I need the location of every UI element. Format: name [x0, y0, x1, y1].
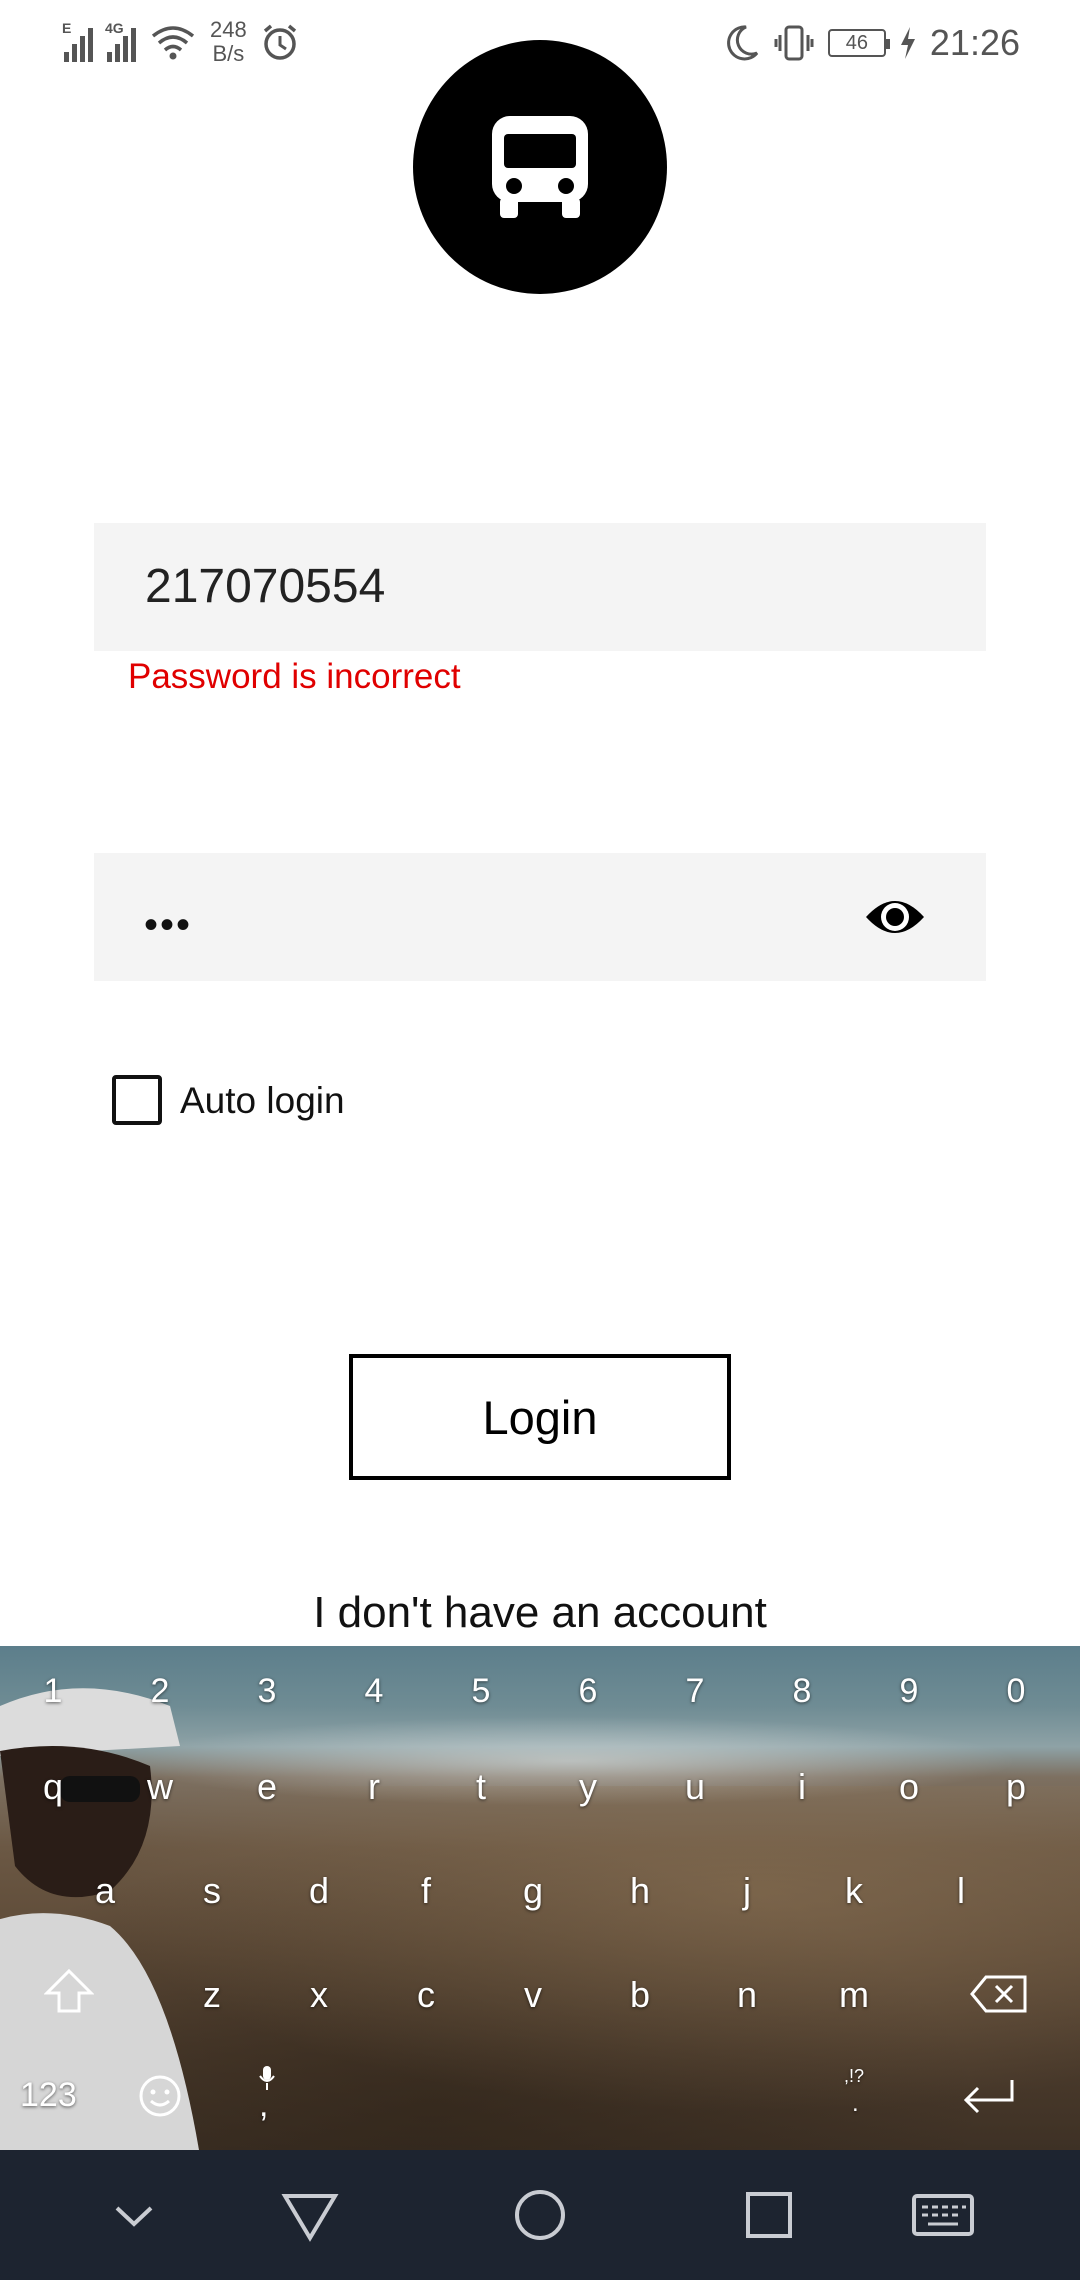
login-button[interactable]: Login [349, 1354, 731, 1480]
key-h[interactable]: h [590, 1870, 690, 1912]
key-t[interactable]: t [431, 1766, 531, 1808]
keyboard-switch-icon[interactable] [908, 2180, 978, 2250]
error-message: Password is incorrect [128, 657, 461, 696]
key-4[interactable]: 4 [324, 1672, 424, 1711]
key-x[interactable]: x [269, 1974, 369, 2016]
key-s[interactable]: s [162, 1870, 262, 1912]
key-p[interactable]: p [966, 1766, 1066, 1808]
charging-icon [900, 27, 915, 59]
key-u[interactable]: u [645, 1766, 745, 1808]
auto-login-checkbox[interactable] [112, 1075, 162, 1125]
signal-tag: E [62, 20, 72, 36]
mode-123-key[interactable]: 123 [20, 2076, 77, 2115]
soft-keyboard: 1 2 3 4 5 6 7 8 9 0 q w e r t y u i o p … [0, 1646, 1080, 2150]
username-field[interactable]: 217070554 [94, 523, 986, 651]
punctuation-key-top[interactable]: ,!? [844, 2066, 864, 2087]
key-b[interactable]: b [590, 1974, 690, 2016]
username-value: 217070554 [145, 560, 386, 613]
signal-4g-icon: 4G [105, 20, 136, 62]
key-q[interactable]: q [3, 1766, 103, 1808]
key-a[interactable]: a [55, 1870, 155, 1912]
key-n[interactable]: n [697, 1974, 797, 2016]
navigation-bar [0, 2150, 1080, 2280]
network-speed: 248 B/s [210, 18, 247, 66]
recents-icon[interactable] [734, 2180, 804, 2250]
key-6[interactable]: 6 [538, 1672, 638, 1711]
key-9[interactable]: 9 [859, 1672, 959, 1711]
back-icon[interactable] [275, 2180, 345, 2250]
status-left: E 4G 248 B/s [62, 18, 299, 66]
show-password-eye-icon[interactable] [864, 891, 926, 943]
key-o[interactable]: o [859, 1766, 959, 1808]
no-account-link[interactable]: I don't have an account [0, 1588, 1080, 1638]
network-speed-unit: B/s [212, 41, 245, 66]
wifi-icon [151, 26, 195, 60]
key-f[interactable]: f [376, 1870, 476, 1912]
clock: 21:26 [929, 22, 1020, 63]
key-0[interactable]: 0 [966, 1672, 1066, 1711]
key-l[interactable]: l [911, 1870, 1011, 1912]
key-v[interactable]: v [483, 1974, 583, 2016]
key-i[interactable]: i [752, 1766, 852, 1808]
alarm-icon [263, 24, 296, 60]
key-e[interactable]: e [217, 1766, 317, 1808]
key-2[interactable]: 2 [110, 1672, 210, 1711]
key-g[interactable]: g [483, 1870, 583, 1912]
shift-icon[interactable] [44, 1968, 94, 2014]
key-3[interactable]: 3 [217, 1672, 317, 1711]
key-c[interactable]: c [376, 1974, 476, 2016]
key-m[interactable]: m [804, 1974, 904, 2016]
key-r[interactable]: r [324, 1766, 424, 1808]
backspace-icon[interactable] [970, 1974, 1028, 2014]
key-5[interactable]: 5 [431, 1672, 531, 1711]
punctuation-key-bottom[interactable]: . [852, 2090, 859, 2118]
key-w[interactable]: w [110, 1766, 210, 1808]
moon-icon [726, 25, 759, 61]
status-right: 46 21:26 [724, 22, 1020, 64]
battery-icon: 46 [827, 29, 890, 57]
auto-login-label: Auto login [180, 1080, 345, 1121]
key-d[interactable]: d [269, 1870, 369, 1912]
app-logo [413, 40, 667, 294]
signal-icon: E [62, 20, 93, 62]
enter-icon[interactable] [960, 2076, 1016, 2116]
key-z[interactable]: z [162, 1974, 262, 2016]
key-8[interactable]: 8 [752, 1672, 852, 1711]
key-k[interactable]: k [804, 1870, 904, 1912]
key-1[interactable]: 1 [3, 1672, 103, 1711]
comma-key[interactable]: , [259, 2086, 268, 2125]
key-y[interactable]: y [538, 1766, 638, 1808]
signal-tag: 4G [105, 20, 124, 36]
emoji-icon[interactable] [138, 2074, 182, 2118]
password-field[interactable]: ••• [94, 853, 986, 981]
hide-keyboard-icon[interactable] [99, 2180, 169, 2250]
vibrate-icon [774, 25, 814, 61]
password-mask: ••• [144, 903, 193, 947]
bus-icon [492, 116, 588, 218]
home-icon[interactable] [505, 2180, 575, 2250]
network-speed-value: 248 [210, 17, 247, 42]
key-j[interactable]: j [697, 1870, 797, 1912]
key-7[interactable]: 7 [645, 1672, 745, 1711]
